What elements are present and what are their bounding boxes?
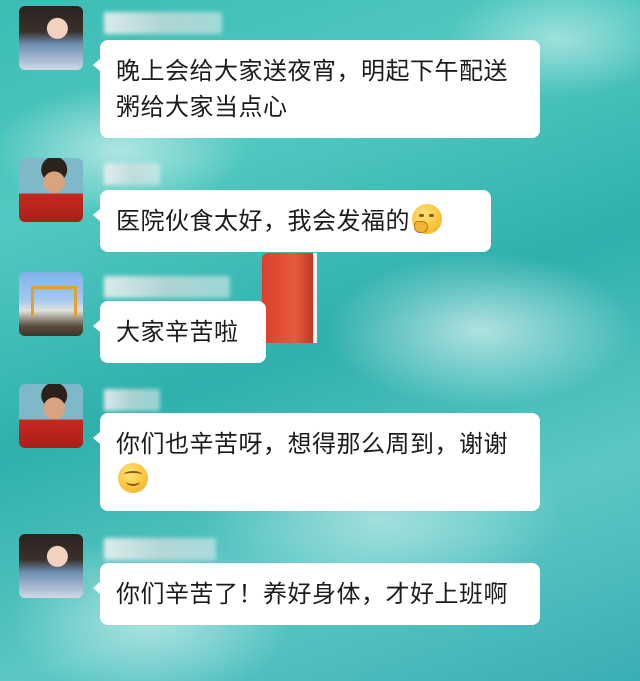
avatar[interactable] xyxy=(19,158,83,222)
thinking-face-icon xyxy=(412,204,442,234)
message-text: 你们辛苦了！养好身体，才好上班啊 xyxy=(116,580,508,608)
message-bubble[interactable]: 你们也辛苦呀，想得那么周到，谢谢 xyxy=(93,413,540,511)
avatar[interactable] xyxy=(19,6,83,70)
message-text: 你们也辛苦呀，想得那么周到，谢谢 xyxy=(116,430,508,458)
message-bubble[interactable]: 晚上会给大家送夜宵，明起下午配送粥给大家当点心 xyxy=(93,40,540,138)
smiling-face-icon xyxy=(118,463,148,493)
avatar[interactable] xyxy=(19,384,83,448)
message-bubble[interactable]: 你们辛苦了！养好身体，才好上班啊 xyxy=(93,563,540,625)
sender-name-blurred xyxy=(104,538,216,560)
message-text: 大家辛苦啦 xyxy=(116,318,239,346)
message-bubble[interactable]: 大家辛苦啦 xyxy=(93,301,266,363)
sender-name-blurred xyxy=(104,12,222,34)
message-bubble[interactable]: 医院伙食太好，我会发福的 xyxy=(93,190,491,252)
sender-name-blurred xyxy=(104,389,160,411)
sender-name-blurred xyxy=(104,163,160,185)
message-text: 医院伙食太好，我会发福的 xyxy=(116,207,410,235)
avatar[interactable] xyxy=(19,534,83,598)
avatar[interactable] xyxy=(19,272,83,336)
sender-name-blurred xyxy=(104,276,230,298)
message-text: 晚上会给大家送夜宵，明起下午配送粥给大家当点心 xyxy=(116,57,508,121)
background-boat xyxy=(262,253,317,343)
